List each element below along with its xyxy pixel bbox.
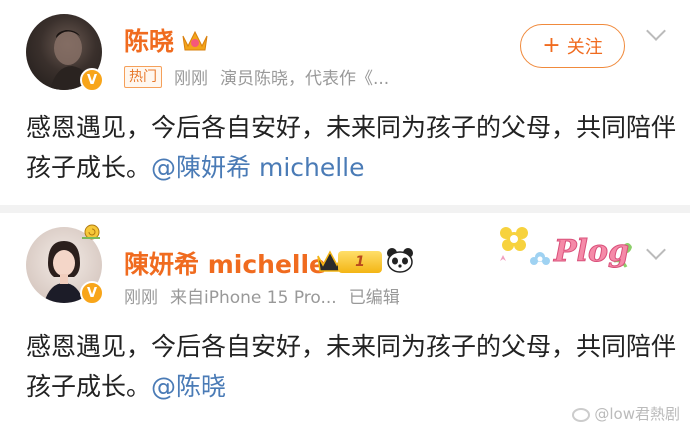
hot-tag[interactable]: 热门 [124,65,162,88]
vip-crown-icon [182,30,208,51]
edited-label[interactable]: 已编辑 [349,283,400,308]
post-card-2: V 陳妍希 michelle 1 刚刚 来自iPhone 15 Pro... 已… [0,213,690,430]
follow-button[interactable]: + 关注 [520,24,625,68]
post-card-1: V 陈晓 热门 刚刚 演员陈晓，代表作《... + 关注 感恩遇见，今后各自安好… [0,0,690,205]
plog-label: Plog [553,234,629,269]
flower-icon [500,227,550,265]
post-text: 感恩遇见，今后各自安好，未来同为孩子的父母，共同陪伴孩子成长。@陈晓 [26,327,676,407]
post-source: 来自iPhone 15 Pro... [170,288,337,308]
watermark-text: @low君熱剧 [594,405,680,423]
author-description: 演员陈晓，代表作《... [220,69,390,89]
level-number: 1 [338,251,382,273]
vip-level-badge: 1 [316,247,386,275]
follow-label: 关注 [566,37,603,58]
post-text: 感恩遇见，今后各自安好，未来同为孩子的父母，共同陪伴孩子成长。@陳妍希 mich… [26,108,676,188]
post-meta: 刚刚 来自iPhone 15 Pro... 已编辑 [124,283,400,308]
verified-icon: V [80,68,104,92]
post-body: 感恩遇见，今后各自安好，未来同为孩子的父母，共同陪伴孩子成长。 [26,332,677,401]
post-time[interactable]: 刚刚 [174,64,208,89]
plus-icon: + [542,33,561,58]
author-name[interactable]: 陈晓 [124,22,174,58]
chevron-down-icon[interactable] [646,240,666,260]
post-meta: 热门 刚刚 演员陈晓，代表作《... [124,64,389,89]
chevron-down-icon[interactable] [646,21,666,41]
panda-icon [387,248,413,273]
mention-link[interactable]: @陳妍希 michelle [151,153,365,182]
snail-sticker-icon [82,224,100,240]
weibo-logo-icon [572,407,591,422]
plog-sticker: Plog [500,227,632,270]
avatar-chenxiao[interactable]: V [26,14,104,92]
avatar-chenyanxi[interactable]: V [26,224,104,305]
watermark: @low君熱剧 [572,403,680,424]
author-name[interactable]: 陳妍希 michelle [124,245,326,281]
mention-link[interactable]: @陈晓 [151,372,226,401]
verified-icon: V [80,281,104,305]
post-time[interactable]: 刚刚 [124,283,158,308]
